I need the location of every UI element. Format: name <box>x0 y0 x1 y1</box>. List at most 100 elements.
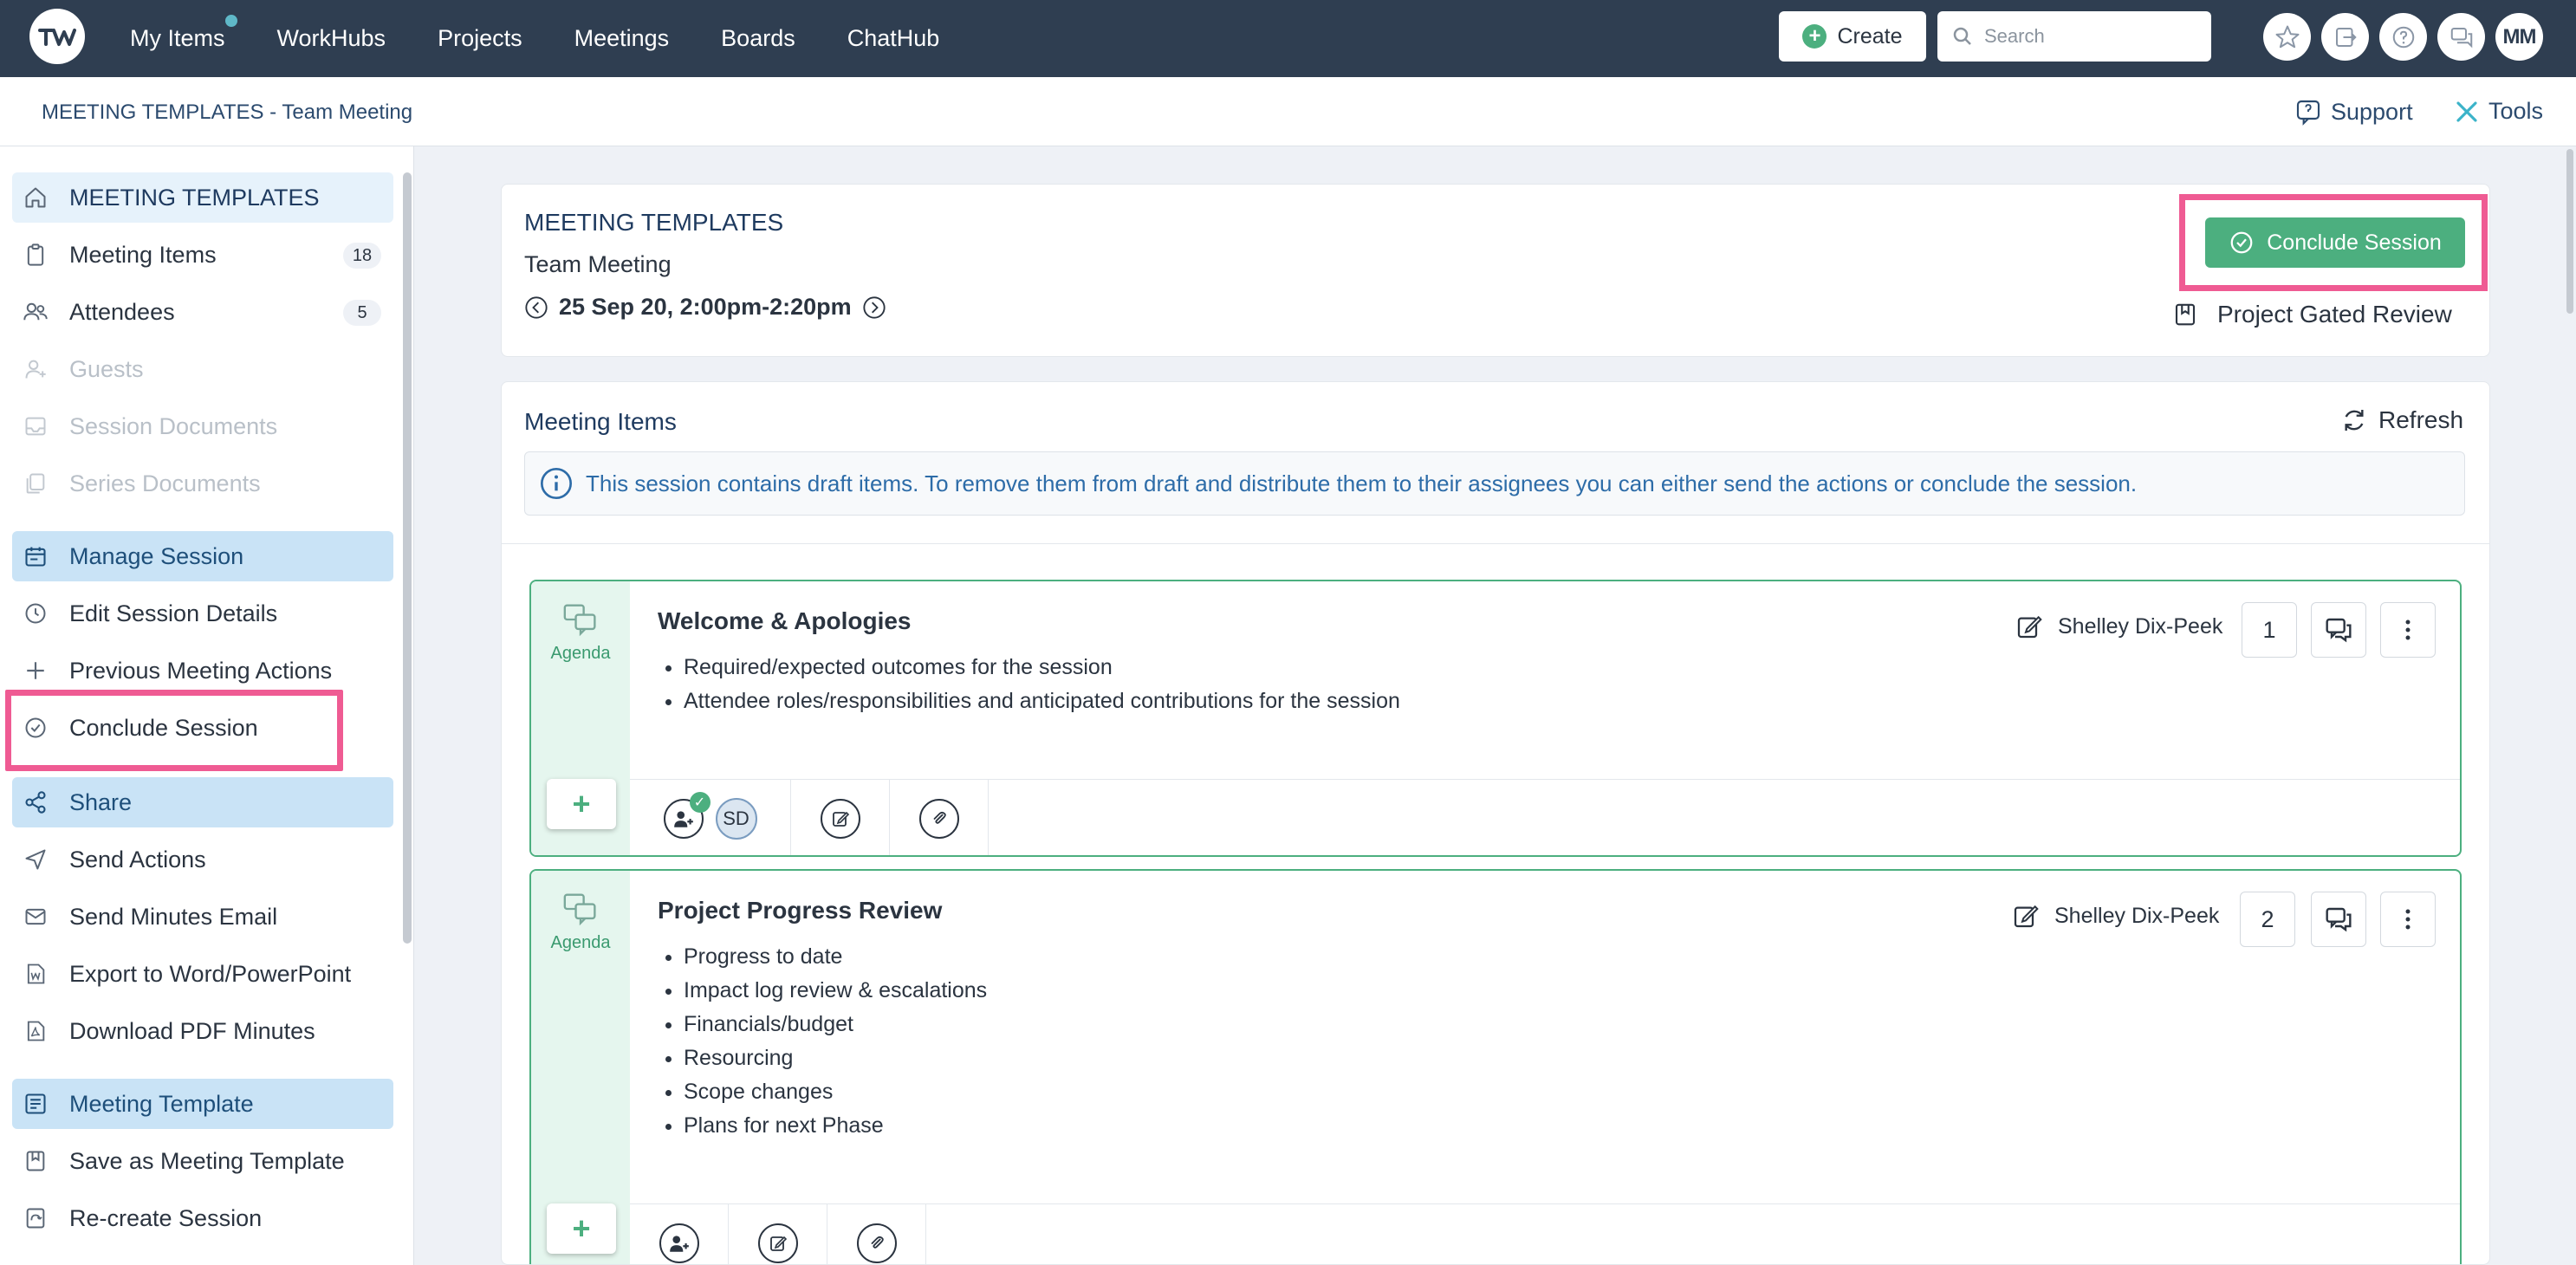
sidebar-item-meeting-items[interactable]: Meeting Items 18 <box>12 230 393 280</box>
sidebar-item-session-documents[interactable]: Session Documents <box>12 401 393 451</box>
refresh-label: Refresh <box>2378 406 2464 433</box>
copy-icon <box>23 470 49 496</box>
agenda-icon <box>563 604 596 637</box>
nav-my-items[interactable]: My Items <box>130 13 239 52</box>
help-icon[interactable] <box>2379 13 2427 61</box>
sidebar-item-recreate-session[interactable]: Re-create Session <box>12 1193 393 1243</box>
sidebar-item-previous-meeting-actions[interactable]: Previous Meeting Actions <box>12 645 393 696</box>
assignees-cell[interactable]: ✓ SD <box>630 780 791 855</box>
more-options-button[interactable] <box>2380 892 2436 947</box>
nav-workhubs[interactable]: WorkHubs <box>277 25 386 52</box>
item-owner[interactable]: Shelley Dix-Peek <box>2011 902 2219 930</box>
plus-circle-icon: + <box>1802 24 1827 49</box>
nav-chathub[interactable]: ChatHub <box>847 25 940 52</box>
sidebar-item-attendees[interactable]: Attendees 5 <box>12 287 393 337</box>
item-type-label: Agenda <box>550 933 611 952</box>
home-icon <box>23 185 49 211</box>
add-sub-item-button[interactable]: + <box>547 1203 616 1254</box>
tools-link[interactable]: Tools <box>2454 98 2543 125</box>
sidebar-item-label: Session Documents <box>69 412 278 439</box>
sidebar-item-label: MEETING TEMPLATES <box>69 184 320 211</box>
meeting-item-card[interactable]: Agenda + Welcome & Apologies Required/ex… <box>529 580 2462 857</box>
bookmark-icon <box>23 1148 49 1174</box>
app-logo[interactable] <box>29 9 85 64</box>
chat-icon[interactable] <box>2437 13 2485 61</box>
notification-dot <box>223 13 239 29</box>
highlight-annotation-sidebar <box>5 690 343 771</box>
inbox-icon <box>23 413 49 439</box>
sidebar-scrollbar[interactable] <box>403 172 412 944</box>
item-owner[interactable]: Shelley Dix-Peek <box>2015 613 2222 640</box>
item-title[interactable]: Welcome & Apologies <box>658 607 912 635</box>
item-bullets: Required/expected outcomes for the sessi… <box>684 651 1400 718</box>
more-options-button[interactable] <box>2380 602 2436 658</box>
comments-button[interactable] <box>2311 602 2366 658</box>
previous-arrow-icon[interactable] <box>524 295 548 320</box>
support-label: Support <box>2331 98 2413 125</box>
search-input[interactable]: Search <box>1937 11 2211 62</box>
sidebar-section-manage-session[interactable]: Manage Session <box>12 531 393 581</box>
add-sub-item-button[interactable]: + <box>547 779 616 829</box>
send-icon <box>23 847 49 873</box>
sign-out-icon[interactable] <box>2321 13 2369 61</box>
nav-boards[interactable]: Boards <box>721 25 795 52</box>
plus-icon <box>23 658 49 684</box>
session-date: 25 Sep 20, 2:00pm-2:20pm <box>524 294 886 321</box>
sidebar-item-guests[interactable]: Guests <box>12 344 393 394</box>
star-icon[interactable] <box>2263 13 2311 61</box>
sidebar-item-save-as-template[interactable]: Save as Meeting Template <box>12 1136 393 1186</box>
session-date-text: 25 Sep 20, 2:00pm-2:20pm <box>559 294 852 320</box>
item-number[interactable]: 2 <box>2240 892 2295 947</box>
project-gated-review-link[interactable]: Project Gated Review <box>2172 301 2452 328</box>
item-title[interactable]: Project Progress Review <box>658 897 942 924</box>
support-link[interactable]: Support <box>2294 98 2413 126</box>
comments-icon <box>2326 907 2352 932</box>
assignees-cell[interactable] <box>630 1204 729 1264</box>
sidebar-item-label: Guests <box>69 355 144 382</box>
sidebar-item-download-pdf[interactable]: Download PDF Minutes <box>12 1006 393 1056</box>
sidebar-item-meeting-templates[interactable]: MEETING TEMPLATES <box>12 172 393 223</box>
bullet: Impact log review & escalations <box>684 974 987 1008</box>
sidebar-item-series-documents[interactable]: Series Documents <box>12 458 393 509</box>
info-text: This session contains draft items. To re… <box>586 470 2138 496</box>
comments-button[interactable] <box>2311 892 2366 947</box>
notes-cell[interactable] <box>729 1204 827 1264</box>
comments-icon <box>2326 618 2352 643</box>
recreate-icon <box>23 1205 49 1231</box>
agenda-icon <box>563 893 596 926</box>
nav-meetings[interactable]: Meetings <box>574 25 670 52</box>
sidebar-item-send-minutes-email[interactable]: Send Minutes Email <box>12 892 393 942</box>
sidebar-item-edit-session-details[interactable]: Edit Session Details <box>12 588 393 639</box>
search-placeholder: Search <box>1984 25 2045 47</box>
next-arrow-icon[interactable] <box>862 295 886 320</box>
create-button[interactable]: + Create <box>1779 11 1926 62</box>
sidebar-section-share[interactable]: Share <box>12 777 393 827</box>
attendee-avatar[interactable]: SD <box>715 798 757 840</box>
sidebar-item-label: Save as Meeting Template <box>69 1147 345 1174</box>
nav-my-items-label: My Items <box>130 25 225 51</box>
sidebar-item-label: Meeting Template <box>69 1090 254 1117</box>
sidebar-item-label: Edit Session Details <box>69 600 278 626</box>
attachments-cell[interactable] <box>890 780 989 855</box>
bullet: Scope changes <box>684 1075 987 1109</box>
sidebar-item-export-word[interactable]: Export to Word/PowerPoint <box>12 949 393 999</box>
user-avatar[interactable]: MM <box>2495 13 2543 61</box>
sidebar-item-send-actions[interactable]: Send Actions <box>12 834 393 885</box>
edit-icon <box>2017 615 2042 639</box>
sidebar-section-meeting-template[interactable]: Meeting Template <box>12 1079 393 1129</box>
support-icon <box>2296 100 2320 126</box>
main-scrollbar[interactable] <box>2566 149 2573 314</box>
bookmark-icon <box>2175 303 2196 326</box>
notes-cell[interactable] <box>791 780 890 855</box>
item-number[interactable]: 1 <box>2242 602 2297 658</box>
check-badge-icon: ✓ <box>689 792 711 813</box>
attachments-cell[interactable] <box>827 1204 926 1264</box>
meeting-item-card[interactable]: Agenda + Project Progress Review Progres… <box>529 869 2462 1264</box>
refresh-button[interactable]: Refresh <box>2340 406 2463 434</box>
nav-projects[interactable]: Projects <box>438 25 522 52</box>
note-edit-icon <box>820 799 860 839</box>
draft-info-banner: This session contains draft items. To re… <box>524 451 2465 516</box>
bullet: Financials/budget <box>684 1008 987 1041</box>
sidebar-item-label: Re-create Session <box>69 1204 263 1231</box>
meeting-items-panel: Meeting Items Refresh This session conta… <box>501 381 2490 1265</box>
